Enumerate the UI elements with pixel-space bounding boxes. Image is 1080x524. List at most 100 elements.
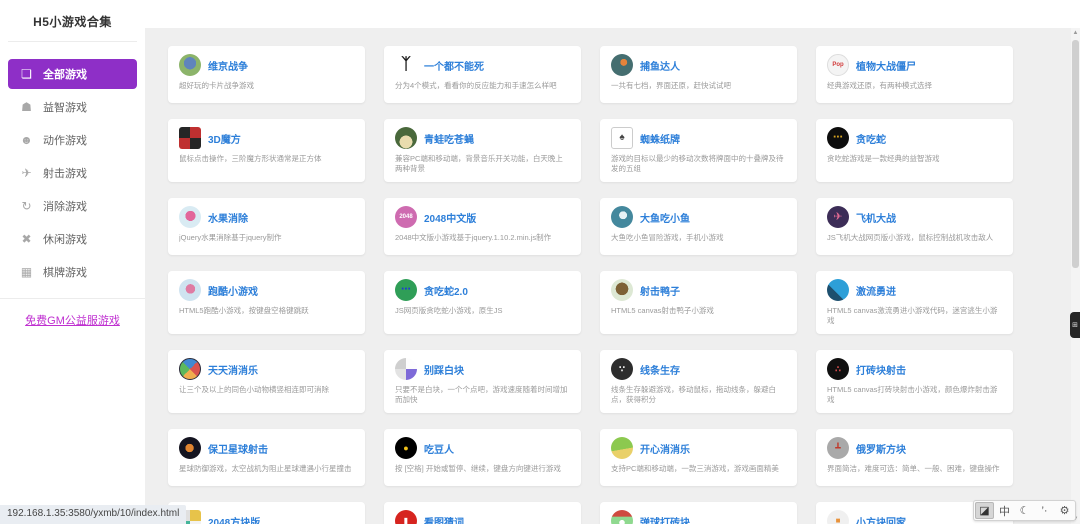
game-card[interactable]: ∴ 打砖块射击 HTML5 canvas打砖块射击小游戏，颜色爆炸射击游戏 <box>816 350 1013 413</box>
sidebar-item-label: 射击游戏 <box>43 168 87 180</box>
game-title-link[interactable]: 保卫星球射击 <box>208 441 268 456</box>
game-title-link[interactable]: 线条生存 <box>640 362 680 377</box>
scrollbar-up-arrow[interactable]: ▲ <box>1071 28 1080 38</box>
game-card[interactable]: 开心消消乐 支持PC端和移动端，一款三消游戏，游戏画面精美 <box>600 429 797 486</box>
game-title-link[interactable]: 天天消消乐 <box>208 362 258 377</box>
sidebar-item-casual-games[interactable]: ✖ 休闲游戏 <box>8 224 137 254</box>
game-card[interactable]: 维京战争 超好玩的卡片战争游戏 <box>168 46 365 103</box>
edge-floating-button[interactable]: ⊞ <box>1070 312 1080 338</box>
game-card[interactable]: ✈ 飞机大战 JS飞机大战网页版小游戏，鼠标控制战机攻击敌人 <box>816 198 1013 255</box>
game-title-link[interactable]: 一个都不能死 <box>424 58 484 73</box>
game-description: 超好玩的卡片战争游戏 <box>179 81 254 90</box>
game-title-link[interactable]: 看图猜词 <box>424 514 464 524</box>
game-title-link[interactable]: 跑酷小游戏 <box>208 283 258 298</box>
puzzle-games-icon: ☗ <box>21 100 32 114</box>
game-card[interactable]: 射击鸭子 HTML5 canvas射击鸭子小游戏 <box>600 271 797 334</box>
game-card[interactable]: 3D魔方 鼠标点击操作，三阶魔方形状通常是正方体 <box>168 119 365 182</box>
big-fish-icon <box>611 206 633 228</box>
game-description: 让三个及以上的同色小动物横竖相连即可消除 <box>179 385 329 394</box>
sidebar-item-puzzle-games[interactable]: ☗ 益智游戏 <box>8 92 137 122</box>
game-card[interactable]: 保卫星球射击 星球防御游戏，太空战机为阻止星球遭遇小行星撞击 <box>168 429 365 486</box>
ime-settings-gear-icon[interactable]: ⚙ <box>1055 502 1074 519</box>
game-title-link[interactable]: 激流勇进 <box>856 283 896 298</box>
stickman-runner-icon: ᛉ <box>401 56 411 73</box>
game-title-link[interactable]: 3D魔方 <box>208 131 241 146</box>
game-title-link[interactable]: 小方块回家 <box>856 514 906 524</box>
fishing-master-icon <box>611 54 633 76</box>
game-card[interactable]: 2048 2048中文版 2048中文版小游戏基于jquery.1.10.2.m… <box>384 198 581 255</box>
sidebar-item-all-games[interactable]: ❏ 全部游戏 <box>8 59 137 89</box>
game-title-link[interactable]: 开心消消乐 <box>640 441 690 456</box>
board-games-icon: ▦ <box>20 265 33 279</box>
statusbar-url-tooltip: 192.168.1.35:3580/yxmb/10/index.html <box>0 505 187 524</box>
game-card[interactable]: ⋯ 贪吃蛇 贪吃蛇游戏是一款经典的益智游戏 <box>816 119 1013 182</box>
brick-shooter-icon: ∴ <box>827 358 849 380</box>
game-card[interactable]: ● 吃豆人 按 [空格] 开始或暂停、继续，键盘方向键进行游戏 <box>384 429 581 486</box>
game-title-link[interactable]: 俄罗斯方块 <box>856 441 906 456</box>
sidebar-footer-divider <box>0 298 145 299</box>
casual-games-icon: ✖ <box>21 232 32 246</box>
game-description: 贪吃蛇游戏是一款经典的益智游戏 <box>827 154 940 163</box>
game-title-link[interactable]: 别踩白块 <box>424 362 464 377</box>
gm-free-server-link[interactable]: 免费GM公益服游戏 <box>0 312 145 328</box>
sidebar-item-action-games[interactable]: ☻ 动作游戏 <box>8 125 137 155</box>
game-title-link[interactable]: 水果消除 <box>208 210 248 225</box>
sidebar-item-shooting-games[interactable]: ✈ 射击游戏 <box>8 158 137 188</box>
game-description: HTML5 canvas打砖块射击小游戏，颜色爆炸射击游戏 <box>827 385 998 404</box>
game-description: HTML5跑酷小游戏，按键盘空格键跳跃 <box>179 306 309 315</box>
app-title: H5小游戏合集 <box>33 15 112 29</box>
fruit-popsicle-icon <box>179 206 201 228</box>
sidebar-item-label: 消除游戏 <box>43 201 87 213</box>
game-title-link[interactable]: 维京战争 <box>208 58 248 73</box>
game-title-link[interactable]: 植物大战僵尸 <box>856 58 916 73</box>
game-title-link[interactable]: 2048方块版 <box>208 514 260 524</box>
game-description: 经典游戏还原，有两种模式选择 <box>827 81 932 90</box>
game-description: 线条生存躲避游戏，移动鼠标，拖动线条，躲避白点，获得积分 <box>611 385 776 404</box>
game-card[interactable]: 天天消消乐 让三个及以上的同色小动物横竖相连即可消除 <box>168 350 365 413</box>
snake-icon: ⋯ <box>827 127 849 149</box>
game-card[interactable]: 激流勇进 HTML5 canvas激流勇进小游戏代码，迷宫逃生小游戏 <box>816 271 1013 334</box>
game-card[interactable]: 跑酷小游戏 HTML5跑酷小游戏，按键盘空格键跳跃 <box>168 271 365 334</box>
game-title-link[interactable]: 贪吃蛇 <box>856 131 886 146</box>
ime-punctuation-icon[interactable]: ’· <box>1035 502 1054 519</box>
game-card[interactable]: 2048方块版 <box>168 502 365 524</box>
game-description: 2048中文版小游戏基于jquery.1.10.2.min.js制作 <box>395 233 552 242</box>
tetris-icon: ┻ <box>827 437 849 459</box>
game-title-link[interactable]: 射击鸭子 <box>640 283 680 298</box>
game-card[interactable]: 青蛙吃苍蝇 兼容PC端和移动端，背景音乐开关功能，白天晚上两种背景 <box>384 119 581 182</box>
game-card[interactable]: 别踩白块 只要不是白块，一个个点吧，游戏速度随着时间增加而加快 <box>384 350 581 413</box>
game-description: 游戏的目标以最少的移动次数将牌面中的十叠牌及待发的五组 <box>611 154 784 173</box>
game-title-link[interactable]: 捕鱼达人 <box>640 58 680 73</box>
game-title-link[interactable]: 2048中文版 <box>424 210 476 225</box>
game-title-link[interactable]: 青蛙吃苍蝇 <box>424 131 474 146</box>
game-title-link[interactable]: 打砖块射击 <box>856 362 906 377</box>
pacman-icon: ● <box>395 437 417 459</box>
game-card[interactable]: 大鱼吃小鱼 大鱼吃小鱼冒险游戏，手机小游戏 <box>600 198 797 255</box>
game-card[interactable]: ∵ 线条生存 线条生存躲避游戏，移动鼠标，拖动线条，躲避白点，获得积分 <box>600 350 797 413</box>
game-card[interactable]: 水果消除 jQuery水果消除基于jquery制作 <box>168 198 365 255</box>
sidebar-item-match-games[interactable]: ↻ 消除游戏 <box>8 191 137 221</box>
vertical-scrollbar[interactable]: ▲ ▼ <box>1071 28 1080 524</box>
game-card[interactable]: ♠ 蜘蛛纸牌 游戏的目标以最少的移动次数将牌面中的十叠牌及待发的五组 <box>600 119 797 182</box>
game-title-link[interactable]: 蜘蛛纸牌 <box>640 131 680 146</box>
ime-moon-icon[interactable]: ☾ <box>1015 502 1034 519</box>
sidebar-item-board-games[interactable]: ▦ 棋牌游戏 <box>8 257 137 287</box>
game-card[interactable]: 捕鱼达人 一共有七档，界面还原，赶快试试吧 <box>600 46 797 103</box>
2048-icon: 2048 <box>395 206 417 228</box>
game-title-link[interactable]: 贪吃蛇2.0 <box>424 283 468 298</box>
game-card[interactable]: ⋯ 贪吃蛇2.0 JS网页版贪吃蛇小游戏，原生JS <box>384 271 581 334</box>
ime-input-method-icon[interactable]: ◪ <box>975 502 994 519</box>
game-title-link[interactable]: 飞机大战 <box>856 210 896 225</box>
game-card[interactable]: ▮ 看图猜词 <box>384 502 581 524</box>
scrollbar-thumb[interactable] <box>1072 40 1079 268</box>
game-title-link[interactable]: 吃豆人 <box>424 441 454 456</box>
game-title-link[interactable]: 弹球打砖块 <box>640 514 690 524</box>
popcap-logo-icon: Pop <box>827 54 849 76</box>
game-card[interactable]: ┻ 俄罗斯方块 界面简洁，难度可选：简单、一般、困难，键盘操作 <box>816 429 1013 486</box>
game-card[interactable]: ᛉ 一个都不能死 分为4个模式，看看你的反应能力和手速怎么样吧 <box>384 46 581 103</box>
ime-fullwidth-icon[interactable]: 中 <box>995 502 1014 519</box>
game-title-link[interactable]: 大鱼吃小鱼 <box>640 210 690 225</box>
game-description: 只要不是白块，一个个点吧，游戏速度随着时间增加而加快 <box>395 385 568 404</box>
game-card[interactable]: Pop 植物大战僵尸 经典游戏还原，有两种模式选择 <box>816 46 1013 103</box>
game-card[interactable]: 弹球打砖块 <box>600 502 797 524</box>
